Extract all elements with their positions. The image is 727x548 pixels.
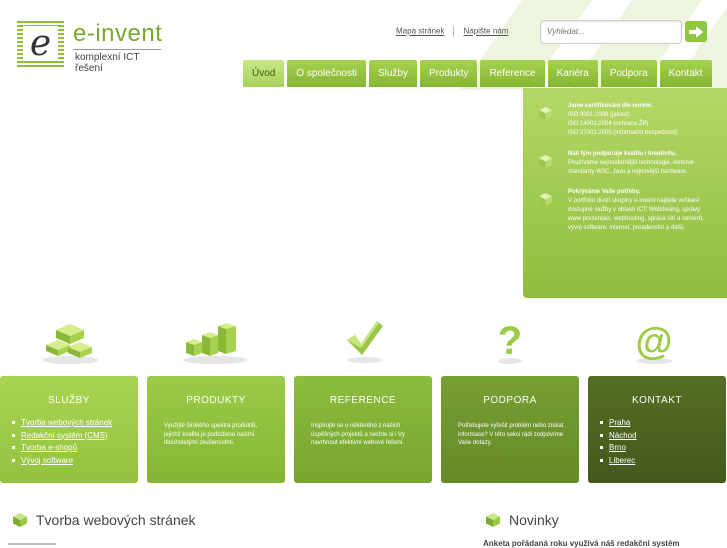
logo-mark-icon: e <box>17 20 64 67</box>
svg-text:@: @ <box>635 321 672 363</box>
top-links: Mapa stránek Napište nám <box>396 26 508 37</box>
branch-link[interactable]: Brno <box>600 442 637 455</box>
box-reference[interactable]: REFERENCE Inspirujte se u některého z na… <box>294 376 432 483</box>
cube-icon <box>539 107 552 120</box>
box-produkty[interactable]: PRODUKTY Využijte širokého spektra produ… <box>147 376 285 483</box>
section-heading-news: Novinky <box>486 512 559 528</box>
branch-link[interactable]: Praha <box>600 417 637 430</box>
svg-text:?: ? <box>498 319 522 363</box>
box-title: PODPORA <box>483 395 537 406</box>
nav-tab-uvod[interactable]: Úvod <box>243 60 285 87</box>
service-link[interactable]: Vývoj software <box>12 455 112 468</box>
box-title: KONTAKT <box>632 395 682 406</box>
box-sluzby: SLUŽBY Tvorba webových stránek Redakční … <box>0 376 138 483</box>
service-link[interactable]: Tvorba webových stránek <box>12 417 112 430</box>
box-title: SLUŽBY <box>48 395 90 406</box>
info-line: ISO 9001:2008 (jakost) <box>568 112 630 118</box>
info-line: V portfoliu divizí skupiny e-invent najd… <box>568 198 704 231</box>
bricks-icon <box>42 324 98 364</box>
section-heading-web: Tvorba webových stránek <box>13 512 196 528</box>
nav-tab-produkty[interactable]: Produkty <box>419 60 478 87</box>
logo[interactable]: e e-invent komplexní ICT řešení <box>17 20 167 74</box>
sitemap-link[interactable]: Mapa stránek <box>396 27 444 36</box>
main-nav: Úvod O společnosti Služby Produkty Refer… <box>243 60 712 87</box>
contact-us-link[interactable]: Napište nám <box>463 27 508 36</box>
branches-list: Praha Náchod Brno Liberec <box>600 417 637 467</box>
branch-link[interactable]: Náchod <box>600 430 637 443</box>
branch-link[interactable]: Liberec <box>600 455 637 468</box>
nav-tab-kariera[interactable]: Kariéra <box>547 60 598 87</box>
link-separator <box>453 26 455 37</box>
cube-icon <box>13 513 27 527</box>
service-link[interactable]: Tvorba e-shopů <box>12 442 112 455</box>
arrow-right-icon <box>689 25 703 38</box>
info-line: ISO 14001:2004 (ochrana ŽP) <box>568 121 649 127</box>
nav-tab-reference[interactable]: Reference <box>480 60 545 87</box>
checkmark-icon <box>347 321 383 363</box>
box-podpora[interactable]: PODPORA Potřebujete vyřešit problém nebo… <box>441 376 579 483</box>
info-panel: Jsme certifikováni dle norem: ISO 9001:20… <box>523 88 727 298</box>
box-title: REFERENCE <box>329 395 397 406</box>
info-title: Náš tým podporuje kvalitu i kreativitu. <box>568 151 677 157</box>
cube-icon <box>539 193 552 206</box>
logo-divider <box>73 49 161 50</box>
services-list: Tvorba webových stránek Redakční systém … <box>12 417 112 467</box>
cube-icon <box>486 513 500 527</box>
box-kontakt: KONTAKT Praha Náchod Brno Liberec <box>588 376 726 483</box>
search-box <box>540 20 682 44</box>
box-description: Inspirujte se u některého z našich úspěš… <box>311 423 405 446</box>
at-sign-icon: @ <box>635 321 673 364</box>
info-title: Pokrýváme Vaše potřeby. <box>568 189 641 195</box>
box-description: Potřebujete vyřešit problém nebo získat … <box>458 423 564 446</box>
section-heading-text: Novinky <box>509 512 559 528</box>
nav-tab-kontakt[interactable]: Kontakt <box>659 60 712 87</box>
nav-tab-o-spolecnosti[interactable]: O společnosti <box>287 60 366 87</box>
nav-tab-sluzby[interactable]: Služby <box>368 60 417 87</box>
news-teaser[interactable]: Anketa pořádaná roku využívá náš redakčn… <box>483 539 723 548</box>
question-mark-icon: ? <box>498 319 522 364</box>
nav-tab-podpora[interactable]: Podpora <box>600 60 657 87</box>
section-heading-text: Tvorba webových stránek <box>36 512 196 528</box>
search-submit-button[interactable] <box>685 21 707 42</box>
cube-icon <box>539 155 552 168</box>
info-title: Jsme certifikováni dle norem: <box>568 103 653 109</box>
logo-name: e-invent <box>73 20 163 47</box>
search-input[interactable] <box>547 27 677 36</box>
info-line: ISO 27001:2005 (informační bezpečnost) <box>568 130 678 136</box>
service-link[interactable]: Redakční systém (CMS) <box>12 430 112 443</box>
logo-tagline: komplexní ICT řešení <box>75 52 140 74</box>
bar-blocks-icon <box>183 323 247 364</box>
box-description: Využijte širokého spektra produktů, jeji… <box>164 423 258 446</box>
logo-mark-letter: e <box>29 23 52 64</box>
box-title: PRODUKTY <box>186 395 246 406</box>
info-line: Používáme nejmodernější technologie, web… <box>568 160 694 175</box>
